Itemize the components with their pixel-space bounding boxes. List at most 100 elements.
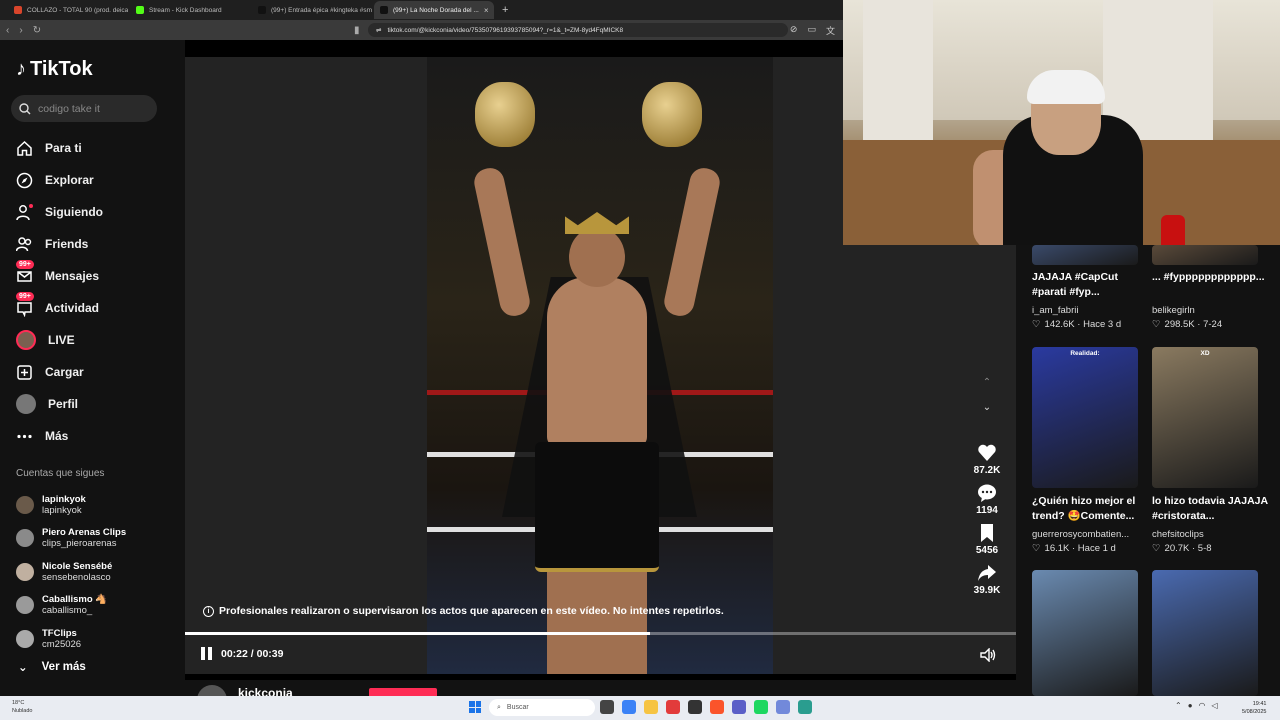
video-author[interactable]: guerrerosycombatien... [1032,529,1129,540]
video-stats: ♡ 16.1K · Hace 1 d [1032,543,1116,554]
app-icon[interactable] [688,700,702,714]
share-button[interactable]: 39.9K [973,563,1001,596]
taskbar-search-placeholder: Buscar [506,704,529,711]
following-account[interactable]: Caballismo 🐴 caballismo_ [16,589,176,623]
discord-icon[interactable] [776,700,790,714]
video-thumbnail[interactable]: XD [1152,347,1258,488]
boxing-glove [475,82,535,147]
see-more-button[interactable]: ⌄ Ver más [18,660,86,674]
menu-item-live[interactable]: LIVE [16,324,176,356]
video-author[interactable]: chefsitoclips [1152,529,1204,540]
menu-item-label: Cargar [45,365,84,379]
avatar [16,495,34,514]
bookmark-icon [981,524,993,542]
taskbar-clock[interactable]: 19:41 5/08/2025 [1242,700,1266,716]
tab-favicon-icon [258,6,266,14]
next-video-button[interactable]: ⌄ [983,402,991,413]
account-handle: sensebenolasco [42,571,111,583]
menu-item-cargar[interactable]: Cargar [16,356,176,388]
like-button[interactable]: 87.2K [974,443,1000,476]
menu-item-para-ti[interactable]: Para ti [16,132,176,164]
wifi-icon[interactable]: ◠ [1199,701,1206,710]
account-handle: lapinkyok [42,504,82,516]
windows-taskbar: 18°C Nublado ⌕ Buscar ⌃ ● ◠ ◁ 19:41 5/08… [0,696,1280,720]
video-author[interactable]: i_am_fabrii [1032,305,1078,316]
brand-name: TikTok [30,58,93,80]
menu-item-mensajes[interactable]: Mensajes 99+ [16,260,176,292]
site-info-icon[interactable]: ⇌ [376,26,381,34]
video-thumbnail[interactable] [1032,570,1138,696]
spotify-icon[interactable] [754,700,768,714]
translate-icon[interactable]: 文 [826,24,835,37]
new-tab-button[interactable]: + [496,4,514,16]
video-thumbnail[interactable] [1032,245,1138,265]
url-field[interactable]: ⇌ tiktok.com/@kickconia/video/7535079619… [368,23,788,37]
video-progress-bar[interactable] [185,632,1016,635]
following-account[interactable]: TFClips cm25026 [16,622,176,656]
video-title[interactable]: ¿Quién hizo mejor el trend? 🤩Comente... [1032,494,1148,524]
video-stats: ♡ 142.6K · Hace 3 d [1032,319,1121,330]
curtain [863,0,933,150]
following-account[interactable]: Nicole Sensébé sensebenolasco [16,555,176,589]
tab-title: (99+) Entrada épica #kingteka #sma... [271,6,372,14]
menu-item-label: Más [45,429,69,443]
video-title[interactable]: lo hizo todavia JAJAJA #cristorata... [1152,494,1268,524]
browser-tab[interactable]: COLLAZO - TOTAL 90 (prod. deica) [V [8,1,128,19]
search-input[interactable]: codigo take it [11,95,157,122]
previous-video-button[interactable]: ⌃ [983,377,991,388]
menu-item-siguiendo[interactable]: Siguiendo [16,196,176,228]
video-progress-fill [185,632,651,635]
menu-item-perfil[interactable]: Perfil [16,388,176,420]
close-tab-icon[interactable]: × [484,6,489,15]
teams-icon[interactable] [732,700,746,714]
brave-icon[interactable] [710,700,724,714]
back-icon[interactable]: ‹ [6,25,9,36]
menu-item-actividad[interactable]: Actividad 99+ [16,292,176,324]
menu-item-m-s[interactable]: Más [16,420,176,452]
taskbar-search[interactable]: ⌕ Buscar [489,699,595,716]
video-thumbnail[interactable] [1152,570,1258,696]
share-count: 39.9K [973,585,1001,596]
folder-icon[interactable] [644,700,658,714]
notification-badge: 99+ [16,260,34,269]
video-thumbnail[interactable]: Realidad: [1032,347,1138,488]
no-tracking-icon[interactable]: ⊘ [790,24,798,37]
video-stats: ♡ 20.7K · 5-8 [1152,543,1212,554]
following-account[interactable]: lapinkyok lapinkyok [16,488,176,522]
menu-item-explorar[interactable]: Explorar [16,164,176,196]
pause-button[interactable] [201,647,213,660]
video-frame[interactable] [427,57,773,674]
chevron-up-icon[interactable]: ⌃ [1175,701,1182,710]
app-icon[interactable] [798,700,812,714]
video-author[interactable]: belikegirln [1152,305,1195,316]
following-title: Cuentas que sigues [16,468,105,479]
speaker-icon[interactable]: ◁ [1212,701,1218,710]
screen-cast-icon[interactable]: ▭ [807,24,816,37]
browser-tab[interactable]: (99+) Entrada épica #kingteka #sma... [252,1,372,19]
task-view-icon[interactable] [600,700,614,714]
volume-icon[interactable] [980,648,996,662]
following-account[interactable]: Piero Arenas Clips clips_pieroarenas [16,522,176,556]
menu-item-friends[interactable]: Friends [16,228,176,260]
weather-widget[interactable]: 18°C Nublado [12,699,33,715]
browser-tab[interactable]: Stream - Kick Dashboard [130,1,250,19]
video-title[interactable]: ... #fypppppppppppp... [1152,270,1268,285]
heart-icon [978,444,996,461]
video-thumbnail[interactable] [1152,245,1258,265]
forward-icon[interactable]: › [19,25,22,36]
comment-button[interactable]: 1194 [976,483,998,516]
messages-icon [16,268,33,285]
reload-icon[interactable]: ↻ [33,25,41,36]
tab-title: Stream - Kick Dashboard [149,6,222,14]
windows-start-icon[interactable] [469,701,481,713]
account-handle: clips_pieroarenas [42,538,117,550]
save-button[interactable]: 5456 [976,523,998,556]
app-icon[interactable] [666,700,680,714]
browser-tab[interactable]: (99+) La Noche Dorada del ... × [374,1,494,19]
tiktok-logo[interactable]: ♪ TikTok [16,58,93,81]
app-icon[interactable] [622,700,636,714]
bookmark-icon[interactable]: ▮ [354,25,360,36]
boxer-arm [471,165,533,319]
mic-icon[interactable]: ● [1188,701,1193,710]
video-title[interactable]: JAJAJA #CapCut #parati #fyp... [1032,270,1148,300]
